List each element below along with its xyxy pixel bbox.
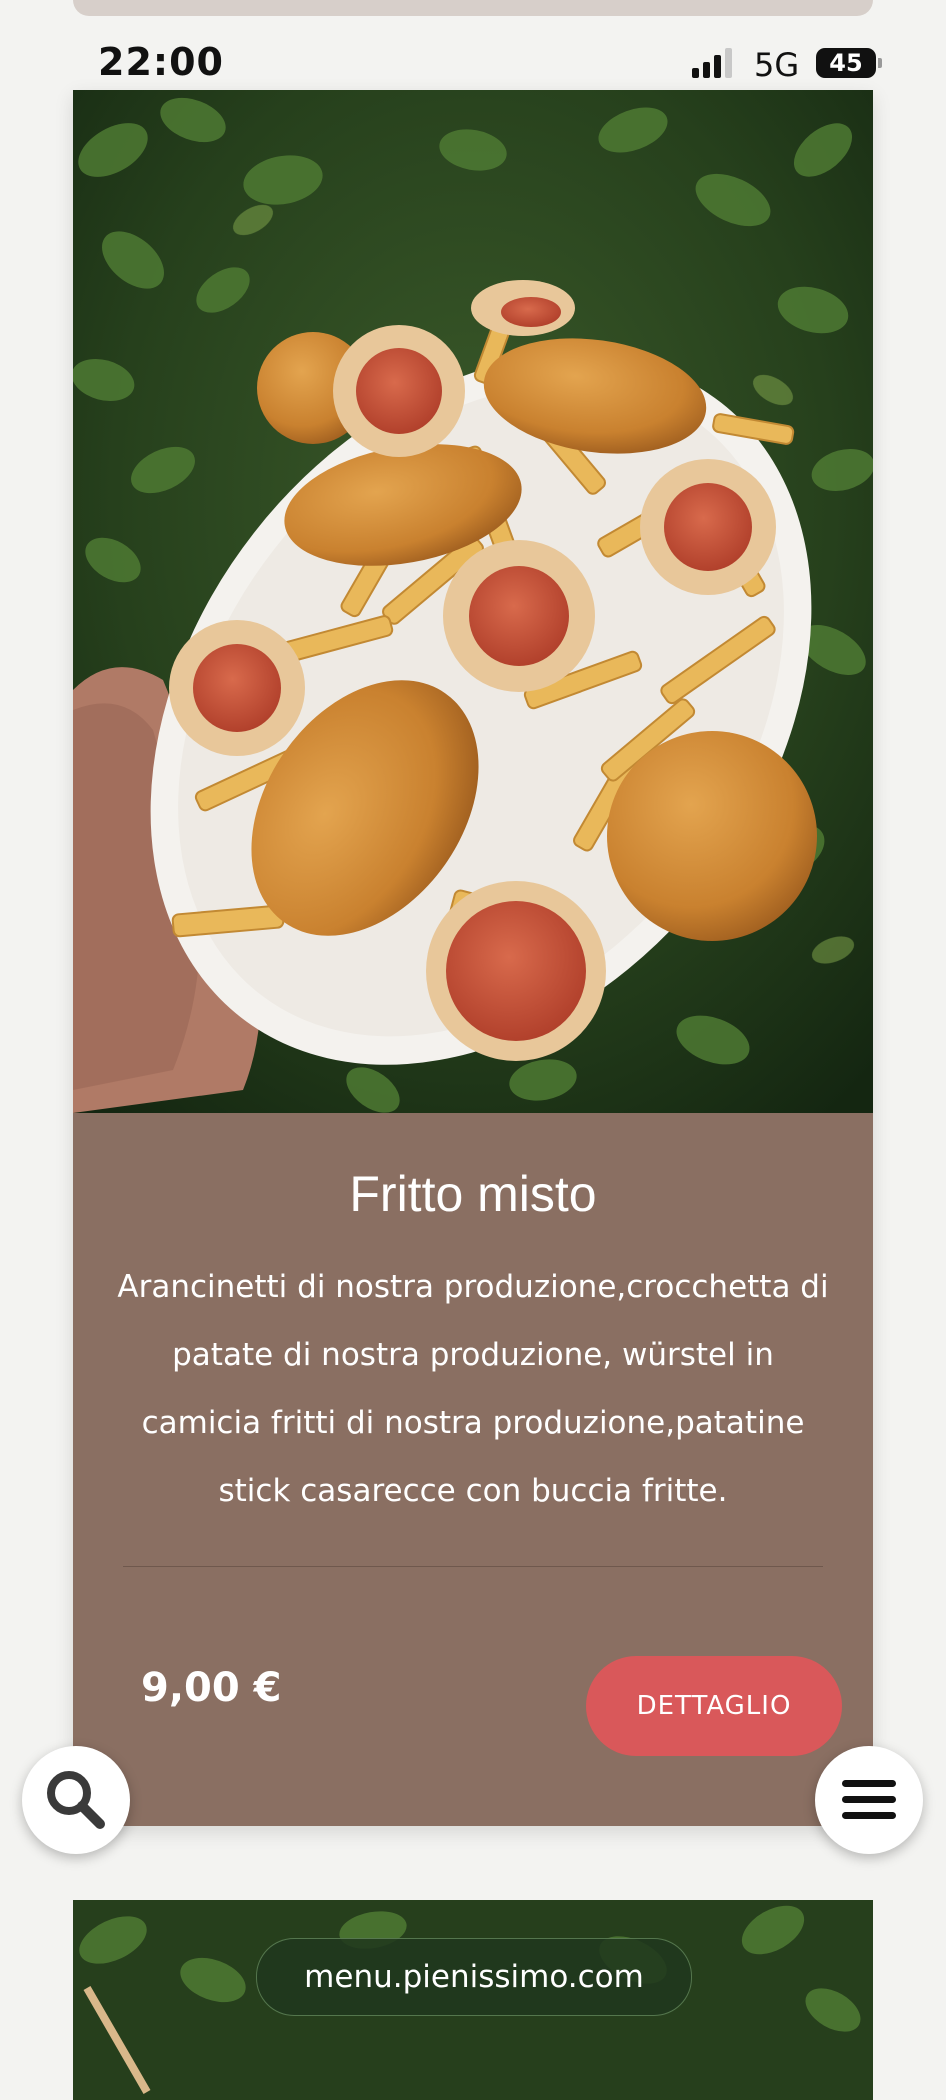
product-description: Arancinetti di nostra produzione,crocche…	[117, 1269, 829, 1509]
signal-strength-icon	[692, 48, 732, 78]
search-icon	[47, 1771, 105, 1829]
previous-product-card[interactable]	[73, 0, 873, 16]
detail-button[interactable]: DETTAGLIO	[586, 1656, 842, 1756]
battery-icon: 45	[816, 48, 882, 78]
product-info: Fritto misto Arancinetti di nostra produ…	[73, 1113, 873, 1826]
hamburger-menu-icon	[842, 1780, 896, 1819]
product-title: Fritto misto	[349, 1166, 597, 1222]
url-bar[interactable]: menu.pienissimo.com	[256, 1938, 692, 2016]
fried-food-plate-image	[73, 90, 873, 1113]
menu-button[interactable]	[815, 1746, 923, 1854]
search-button[interactable]	[22, 1746, 130, 1854]
product-price: 9,00 €	[141, 1665, 282, 1711]
product-card[interactable]: Fritto misto Arancinetti di nostra produ…	[73, 90, 873, 1826]
divider	[123, 1566, 823, 1567]
product-image[interactable]	[73, 90, 873, 1113]
status-bar: 22:00 5G 45	[0, 36, 946, 92]
network-type: 5G	[754, 46, 800, 84]
status-time: 22:00	[98, 40, 224, 84]
